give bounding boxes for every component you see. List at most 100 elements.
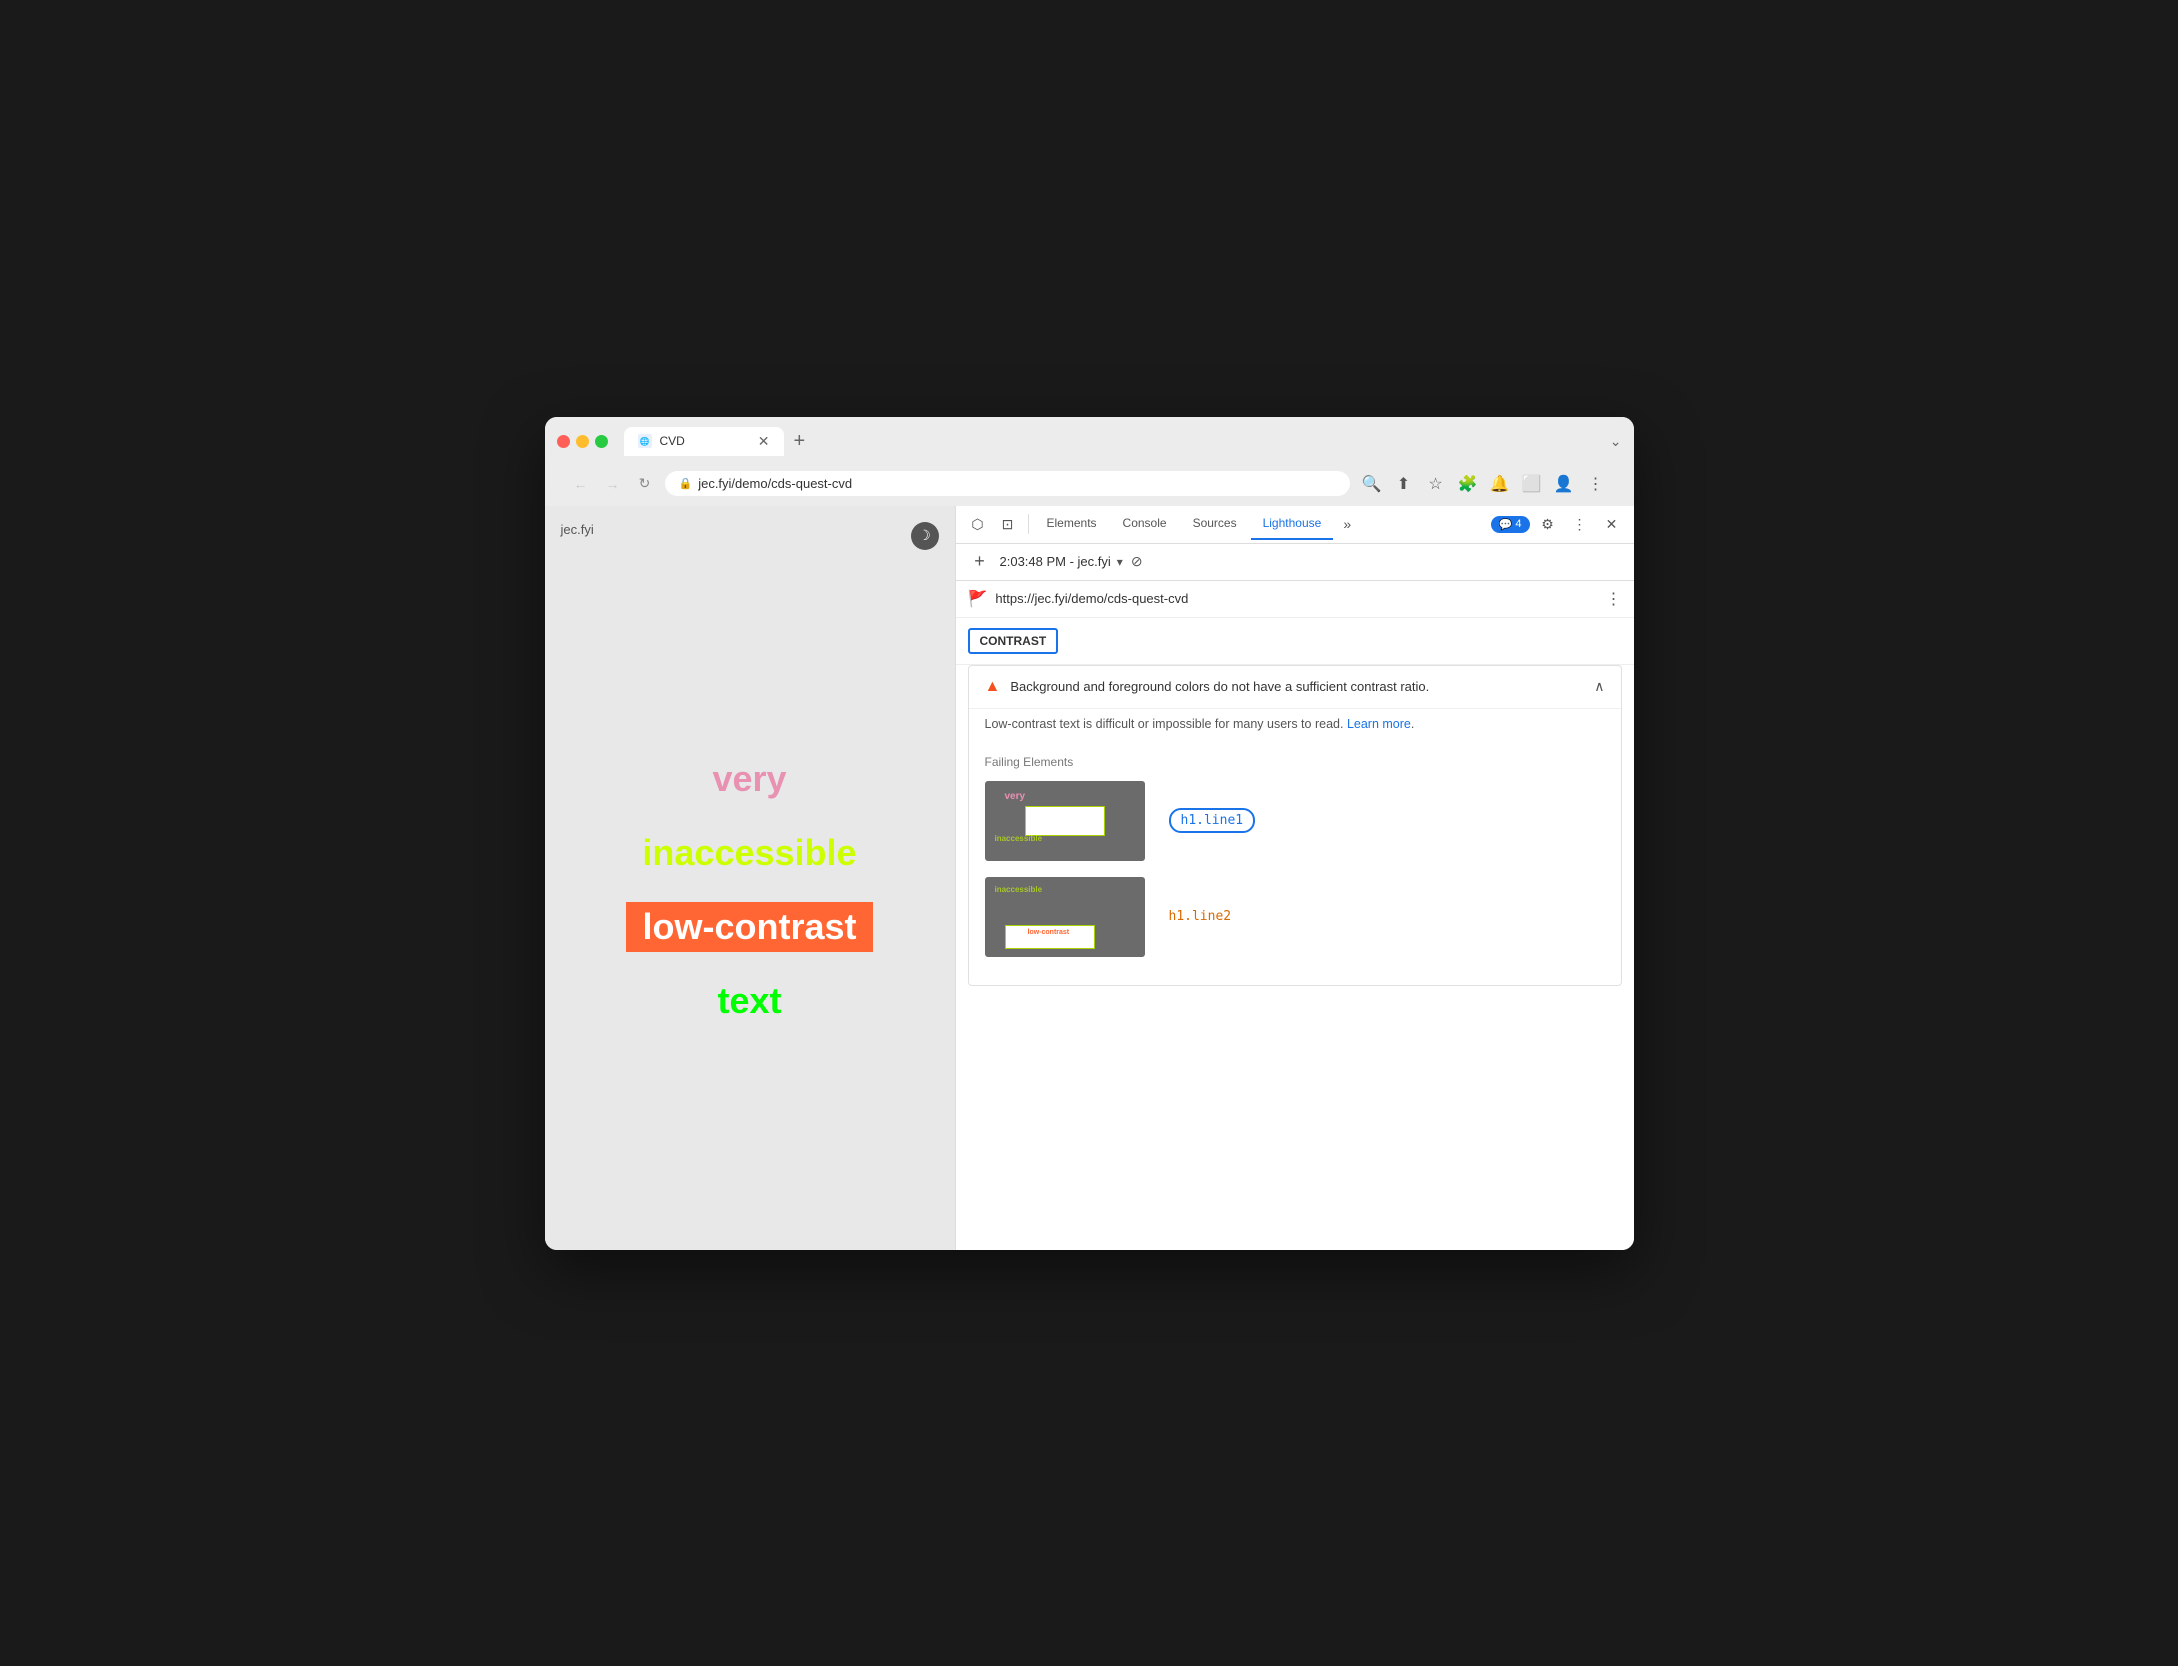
audit-time-chevron-icon[interactable]: ▾ — [1117, 555, 1123, 569]
tab-bar: 🌐 CVD ✕ + ⌄ — [624, 427, 1622, 456]
thumb-text-very: very — [1005, 791, 1026, 802]
refresh-button[interactable]: ↻ — [633, 472, 657, 496]
traffic-light-red[interactable] — [557, 435, 570, 448]
inspect-element-button[interactable]: ⬡ — [964, 510, 992, 538]
learn-more-link[interactable]: Learn more — [1347, 717, 1411, 731]
audit-time: 2:03:48 PM - jec.fyi ▾ — [1000, 554, 1123, 569]
share-icon[interactable]: ⬆ — [1390, 470, 1418, 498]
menu-icon[interactable]: ⋮ — [1582, 470, 1610, 498]
element-selector-1[interactable]: h1.line1 — [1169, 808, 1256, 833]
audit-collapse-icon[interactable]: ∧ — [1594, 678, 1604, 695]
responsive-design-button[interactable]: ⊡ — [994, 510, 1022, 538]
thumb2-low-contrast-text: low-contrast — [1028, 929, 1070, 936]
lighthouse-flag-icon: 🚩 — [968, 589, 988, 609]
tab-elements[interactable]: Elements — [1035, 508, 1109, 540]
close-devtools-button[interactable]: ✕ — [1598, 510, 1626, 538]
element-thumbnail-1: very inaccessible — [985, 781, 1145, 861]
address-bar: ← → ↻ 🔒 jec.fyi/demo/cds-quest-cvd 🔍 ⬆ ☆… — [557, 464, 1622, 506]
browser-window: 🌐 CVD ✕ + ⌄ ← → ↻ 🔒 jec.fyi/demo/ — [545, 417, 1634, 1250]
url-text: jec.fyi/demo/cds-quest-cvd — [698, 476, 852, 491]
demo-content: very inaccessible low-contrast text — [561, 547, 939, 1234]
audit-result: ▲ Background and foreground colors do no… — [968, 665, 1622, 986]
tab-sources[interactable]: Sources — [1181, 508, 1249, 540]
element-thumbnail-2: inaccessible low-contrast — [985, 877, 1145, 957]
failing-elements-title: Failing Elements — [985, 755, 1605, 769]
chat-count: 4 — [1515, 518, 1521, 530]
dark-mode-button[interactable]: ☽ — [911, 522, 939, 550]
thumb-highlight-1 — [1025, 806, 1105, 836]
audit-block-button[interactable]: ⊘ — [1131, 553, 1143, 570]
traffic-light-green[interactable] — [595, 435, 608, 448]
responsive-icon: ⊡ — [1002, 516, 1014, 533]
contrast-button[interactable]: CONTRAST — [968, 628, 1059, 654]
audit-warning-icon: ▲ — [985, 678, 1001, 696]
search-icon[interactable]: 🔍 — [1358, 470, 1386, 498]
close-icon: ✕ — [1606, 516, 1618, 533]
extension-icon[interactable]: 🧩 — [1454, 470, 1482, 498]
thumb-text-inacc: inaccessible — [995, 834, 1043, 843]
sidebar-icon[interactable]: ⬜ — [1518, 470, 1546, 498]
more-options-button[interactable]: ⋮ — [1566, 510, 1594, 538]
settings-button[interactable]: ⚙ — [1534, 510, 1562, 538]
page-label: jec.fyi — [561, 522, 939, 537]
page-area: jec.fyi ☽ very inaccessible low-contrast… — [545, 506, 955, 1250]
cursor-icon: ⬡ — [971, 516, 983, 533]
moon-icon: ☽ — [918, 527, 931, 544]
audit-result-title: Background and foreground colors do not … — [1010, 679, 1584, 694]
more-icon: ⋮ — [1573, 516, 1587, 533]
lighthouse-site-url: 🚩 https://jec.fyi/demo/cds-quest-cvd ⋮ — [956, 581, 1634, 618]
forward-button[interactable]: → — [601, 472, 625, 496]
tab-title: CVD — [660, 434, 685, 448]
contrast-section: CONTRAST — [956, 618, 1634, 665]
content-area: jec.fyi ☽ very inaccessible low-contrast… — [545, 506, 1634, 1250]
alert-icon[interactable]: 🔔 — [1486, 470, 1514, 498]
failing-elements: Failing Elements very inaccessible h1.li… — [969, 743, 1621, 985]
devtools-actions: 💬 4 ⚙ ⋮ ✕ — [1491, 510, 1626, 538]
thumb2-text-inacc: inaccessible — [995, 885, 1043, 894]
demo-text-low-contrast: low-contrast — [626, 902, 872, 952]
chat-badge[interactable]: 💬 4 — [1491, 516, 1530, 533]
gear-icon: ⚙ — [1541, 516, 1554, 533]
devtools-panel-content: CONTRAST ▲ Background and foreground col… — [956, 618, 1634, 1250]
bookmark-icon[interactable]: ☆ — [1422, 470, 1450, 498]
toolbar-icons: 🔍 ⬆ ☆ 🧩 🔔 ⬜ 👤 ⋮ — [1358, 470, 1610, 498]
refresh-icon: ↻ — [639, 475, 651, 492]
chat-icon: 💬 — [1499, 518, 1513, 531]
devtools-toolbar: ⬡ ⊡ Elements Console Sources — [956, 506, 1634, 544]
lighthouse-url-text: https://jec.fyi/demo/cds-quest-cvd — [995, 591, 1597, 606]
tab-console[interactable]: Console — [1111, 508, 1179, 540]
audit-description-text: Low-contrast text is difficult or imposs… — [985, 717, 1344, 731]
add-audit-button[interactable]: + — [968, 550, 992, 574]
lock-icon: 🔒 — [679, 477, 693, 490]
devtools-tabs: Elements Console Sources Lighthouse — [1035, 508, 1334, 540]
title-bar: 🌐 CVD ✕ + ⌄ ← → ↻ 🔒 jec.fyi/demo/ — [545, 417, 1634, 506]
element-selector-2[interactable]: h1.line2 — [1169, 909, 1232, 924]
forward-icon: → — [606, 476, 620, 492]
demo-text-inaccessible: inaccessible — [630, 828, 868, 878]
demo-text-very: very — [700, 754, 798, 804]
failing-element-row-2: inaccessible low-contrast h1.line2 — [985, 877, 1605, 957]
tab-close-button[interactable]: ✕ — [758, 433, 770, 450]
thumb2-highlight: low-contrast — [1005, 925, 1095, 949]
devtools-panel: ⬡ ⊡ Elements Console Sources — [955, 506, 1634, 1250]
traffic-light-yellow[interactable] — [576, 435, 589, 448]
back-button[interactable]: ← — [569, 472, 593, 496]
failing-element-row-1: very inaccessible h1.line1 — [985, 781, 1605, 861]
demo-text-text: text — [705, 976, 793, 1026]
profile-icon[interactable]: 👤 — [1550, 470, 1578, 498]
more-tabs-button[interactable]: » — [1335, 512, 1359, 536]
traffic-lights — [557, 435, 608, 448]
toolbar-divider — [1028, 514, 1029, 534]
url-bar[interactable]: 🔒 jec.fyi/demo/cds-quest-cvd — [665, 471, 1350, 496]
lighthouse-url-more-button[interactable]: ⋮ — [1606, 589, 1622, 609]
audit-time-text: 2:03:48 PM - jec.fyi — [1000, 554, 1111, 569]
active-tab[interactable]: 🌐 CVD ✕ — [624, 427, 784, 456]
back-icon: ← — [574, 476, 588, 492]
audit-result-header[interactable]: ▲ Background and foreground colors do no… — [969, 666, 1621, 708]
tab-chevron-icon[interactable]: ⌄ — [1610, 433, 1622, 450]
tab-lighthouse[interactable]: Lighthouse — [1251, 508, 1334, 540]
lighthouse-url-bar: + 2:03:48 PM - jec.fyi ▾ ⊘ — [956, 544, 1634, 581]
new-tab-button[interactable]: + — [784, 427, 816, 455]
audit-description: Low-contrast text is difficult or imposs… — [969, 708, 1621, 743]
tab-favicon: 🌐 — [638, 434, 652, 448]
